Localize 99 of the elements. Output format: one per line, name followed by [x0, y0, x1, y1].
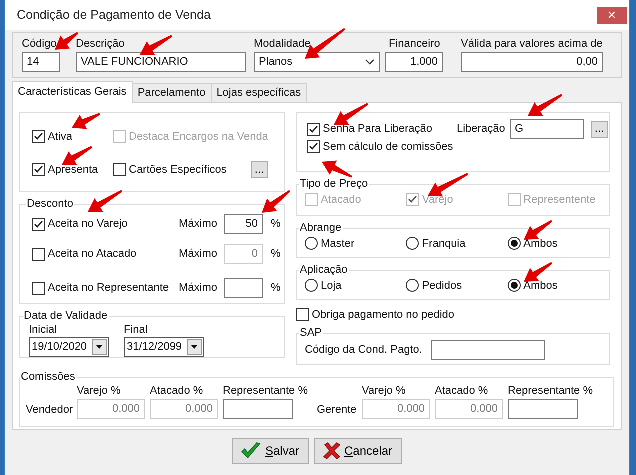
date-picker[interactable]: 31/12/2099 — [124, 337, 204, 357]
annotation-arrow — [322, 160, 352, 178]
column-header: Representante % — [223, 384, 308, 399]
unit-label: % — [271, 218, 281, 230]
input-field[interactable]: 14 — [22, 52, 60, 72]
checkbox[interactable] — [296, 308, 309, 321]
checkbox-label: Aceita no Atacado — [48, 248, 137, 260]
radio-label: Master — [321, 238, 355, 250]
checkbox-label: Representente — [524, 194, 596, 206]
chevron-down-icon — [365, 59, 375, 65]
checkbox-label: Aceita no Varejo — [48, 218, 128, 230]
cancel-button[interactable]: Cancelar — [314, 438, 402, 464]
group-title: Desconto — [26, 198, 74, 211]
field-label: Máximo — [179, 248, 219, 260]
column-header: Atacado % — [150, 384, 204, 399]
annotation-arrow — [262, 190, 291, 213]
radio-button[interactable] — [406, 279, 420, 292]
cross-icon — [322, 442, 340, 460]
checkbox-label: Sem cálculo de comissões — [323, 140, 454, 152]
radio-label: Pedidos — [422, 280, 462, 292]
ellipsis-button[interactable]: ... — [251, 161, 268, 178]
annotation-arrow — [524, 262, 553, 282]
group-title: Abrange — [299, 222, 343, 235]
radio-label: Ambos — [524, 280, 558, 292]
group-title: SAP — [299, 327, 324, 340]
annotation-arrow — [62, 146, 92, 166]
field-label: Inicial — [29, 323, 58, 337]
input-field[interactable] — [224, 278, 263, 298]
checkbox-label: Ativa — [48, 130, 72, 142]
checkbox[interactable] — [113, 163, 126, 176]
checkbox-label: Obriga pagamento no pedido — [312, 308, 454, 320]
save-button[interactable]: Salvar — [232, 438, 308, 464]
checkbox[interactable] — [32, 218, 45, 230]
group-title: Tipo de Preço — [299, 178, 370, 191]
field-label: Válida para valores acima de — [461, 37, 603, 51]
checkbox-label: Varejo — [422, 194, 454, 206]
window-title: Condição de Pagamento de Venda — [17, 8, 211, 22]
tab[interactable]: Parcelamento — [132, 83, 212, 102]
field-label: Máximo — [179, 218, 219, 230]
tab[interactable]: Lojas específicas — [210, 83, 308, 102]
checkbox-label: Senha Para Liberação — [323, 123, 432, 135]
annotation-arrow — [524, 220, 553, 240]
ellipsis-button[interactable]: ... — [591, 120, 608, 138]
checkbox-label: Atacado — [321, 194, 362, 206]
checkbox[interactable] — [32, 282, 45, 294]
input-field[interactable] — [431, 340, 545, 360]
checkmark-icon — [241, 442, 262, 460]
checkbox-label: Apresenta — [48, 164, 98, 176]
radio-button[interactable] — [305, 237, 318, 250]
field-label: Liberação — [457, 123, 506, 135]
unit-label: % — [271, 248, 281, 260]
group-title: Comissões — [20, 371, 76, 384]
input-field[interactable] — [223, 399, 293, 419]
checkbox[interactable] — [307, 140, 320, 153]
radio-button[interactable] — [508, 279, 521, 292]
radio-label: Franquia — [422, 238, 466, 250]
field-label: Vendedor — [26, 404, 72, 418]
radio-button[interactable] — [406, 237, 420, 250]
close-button[interactable]: ✕ — [597, 6, 627, 24]
checkbox[interactable] — [32, 163, 45, 176]
date-picker[interactable]: 19/10/2020 — [29, 337, 109, 357]
radio-button[interactable] — [305, 279, 318, 292]
field-label: Final — [124, 323, 148, 337]
annotation-arrow — [88, 190, 122, 212]
field-label: Modalidade — [254, 37, 311, 51]
checkbox-label: Aceita no Representante — [48, 282, 170, 294]
input-field[interactable]: 50 — [224, 214, 263, 234]
annotation-arrow — [334, 103, 368, 125]
dropdown[interactable]: Planos — [254, 52, 380, 72]
radio-button[interactable] — [508, 237, 521, 250]
annotation-arrow — [140, 35, 172, 56]
checkbox[interactable] — [307, 122, 320, 136]
input-field[interactable]: VALE FUNCIONARIO — [76, 52, 246, 72]
radio-label: Ambos — [524, 238, 558, 250]
input-field[interactable] — [508, 399, 578, 419]
annotation-arrow — [528, 94, 562, 116]
checkbox-label: Destaca Encargos na Venda — [129, 130, 268, 142]
column-header: Varejo % — [77, 384, 121, 399]
radio-label: Loja — [321, 280, 342, 292]
checkbox-label: Cartões Específicos — [129, 164, 227, 176]
annotation-arrow — [428, 173, 468, 197]
input-field[interactable]: 1,000 — [385, 52, 443, 72]
column-header: Atacado % — [435, 384, 488, 399]
field-label: Máximo — [179, 282, 219, 294]
field-label: Código — [22, 37, 57, 51]
group-title: Aplicação — [299, 264, 349, 277]
field-label: Descrição — [76, 37, 125, 51]
column-header: Representante % — [508, 384, 593, 399]
field-label: Financeiro — [389, 37, 440, 51]
annotation-arrow — [72, 113, 100, 130]
field-label: Gerente — [317, 404, 357, 418]
field-label: Código da Cond. Pagto. — [305, 344, 423, 356]
checkbox[interactable] — [32, 130, 45, 143]
input-field[interactable]: G — [510, 119, 584, 139]
unit-label: % — [271, 282, 281, 294]
group-title: Data de Validade — [23, 310, 109, 323]
column-header: Varejo % — [362, 384, 406, 399]
input-field[interactable]: 0,00 — [461, 52, 603, 72]
tab[interactable]: Características Gerais — [12, 81, 133, 103]
